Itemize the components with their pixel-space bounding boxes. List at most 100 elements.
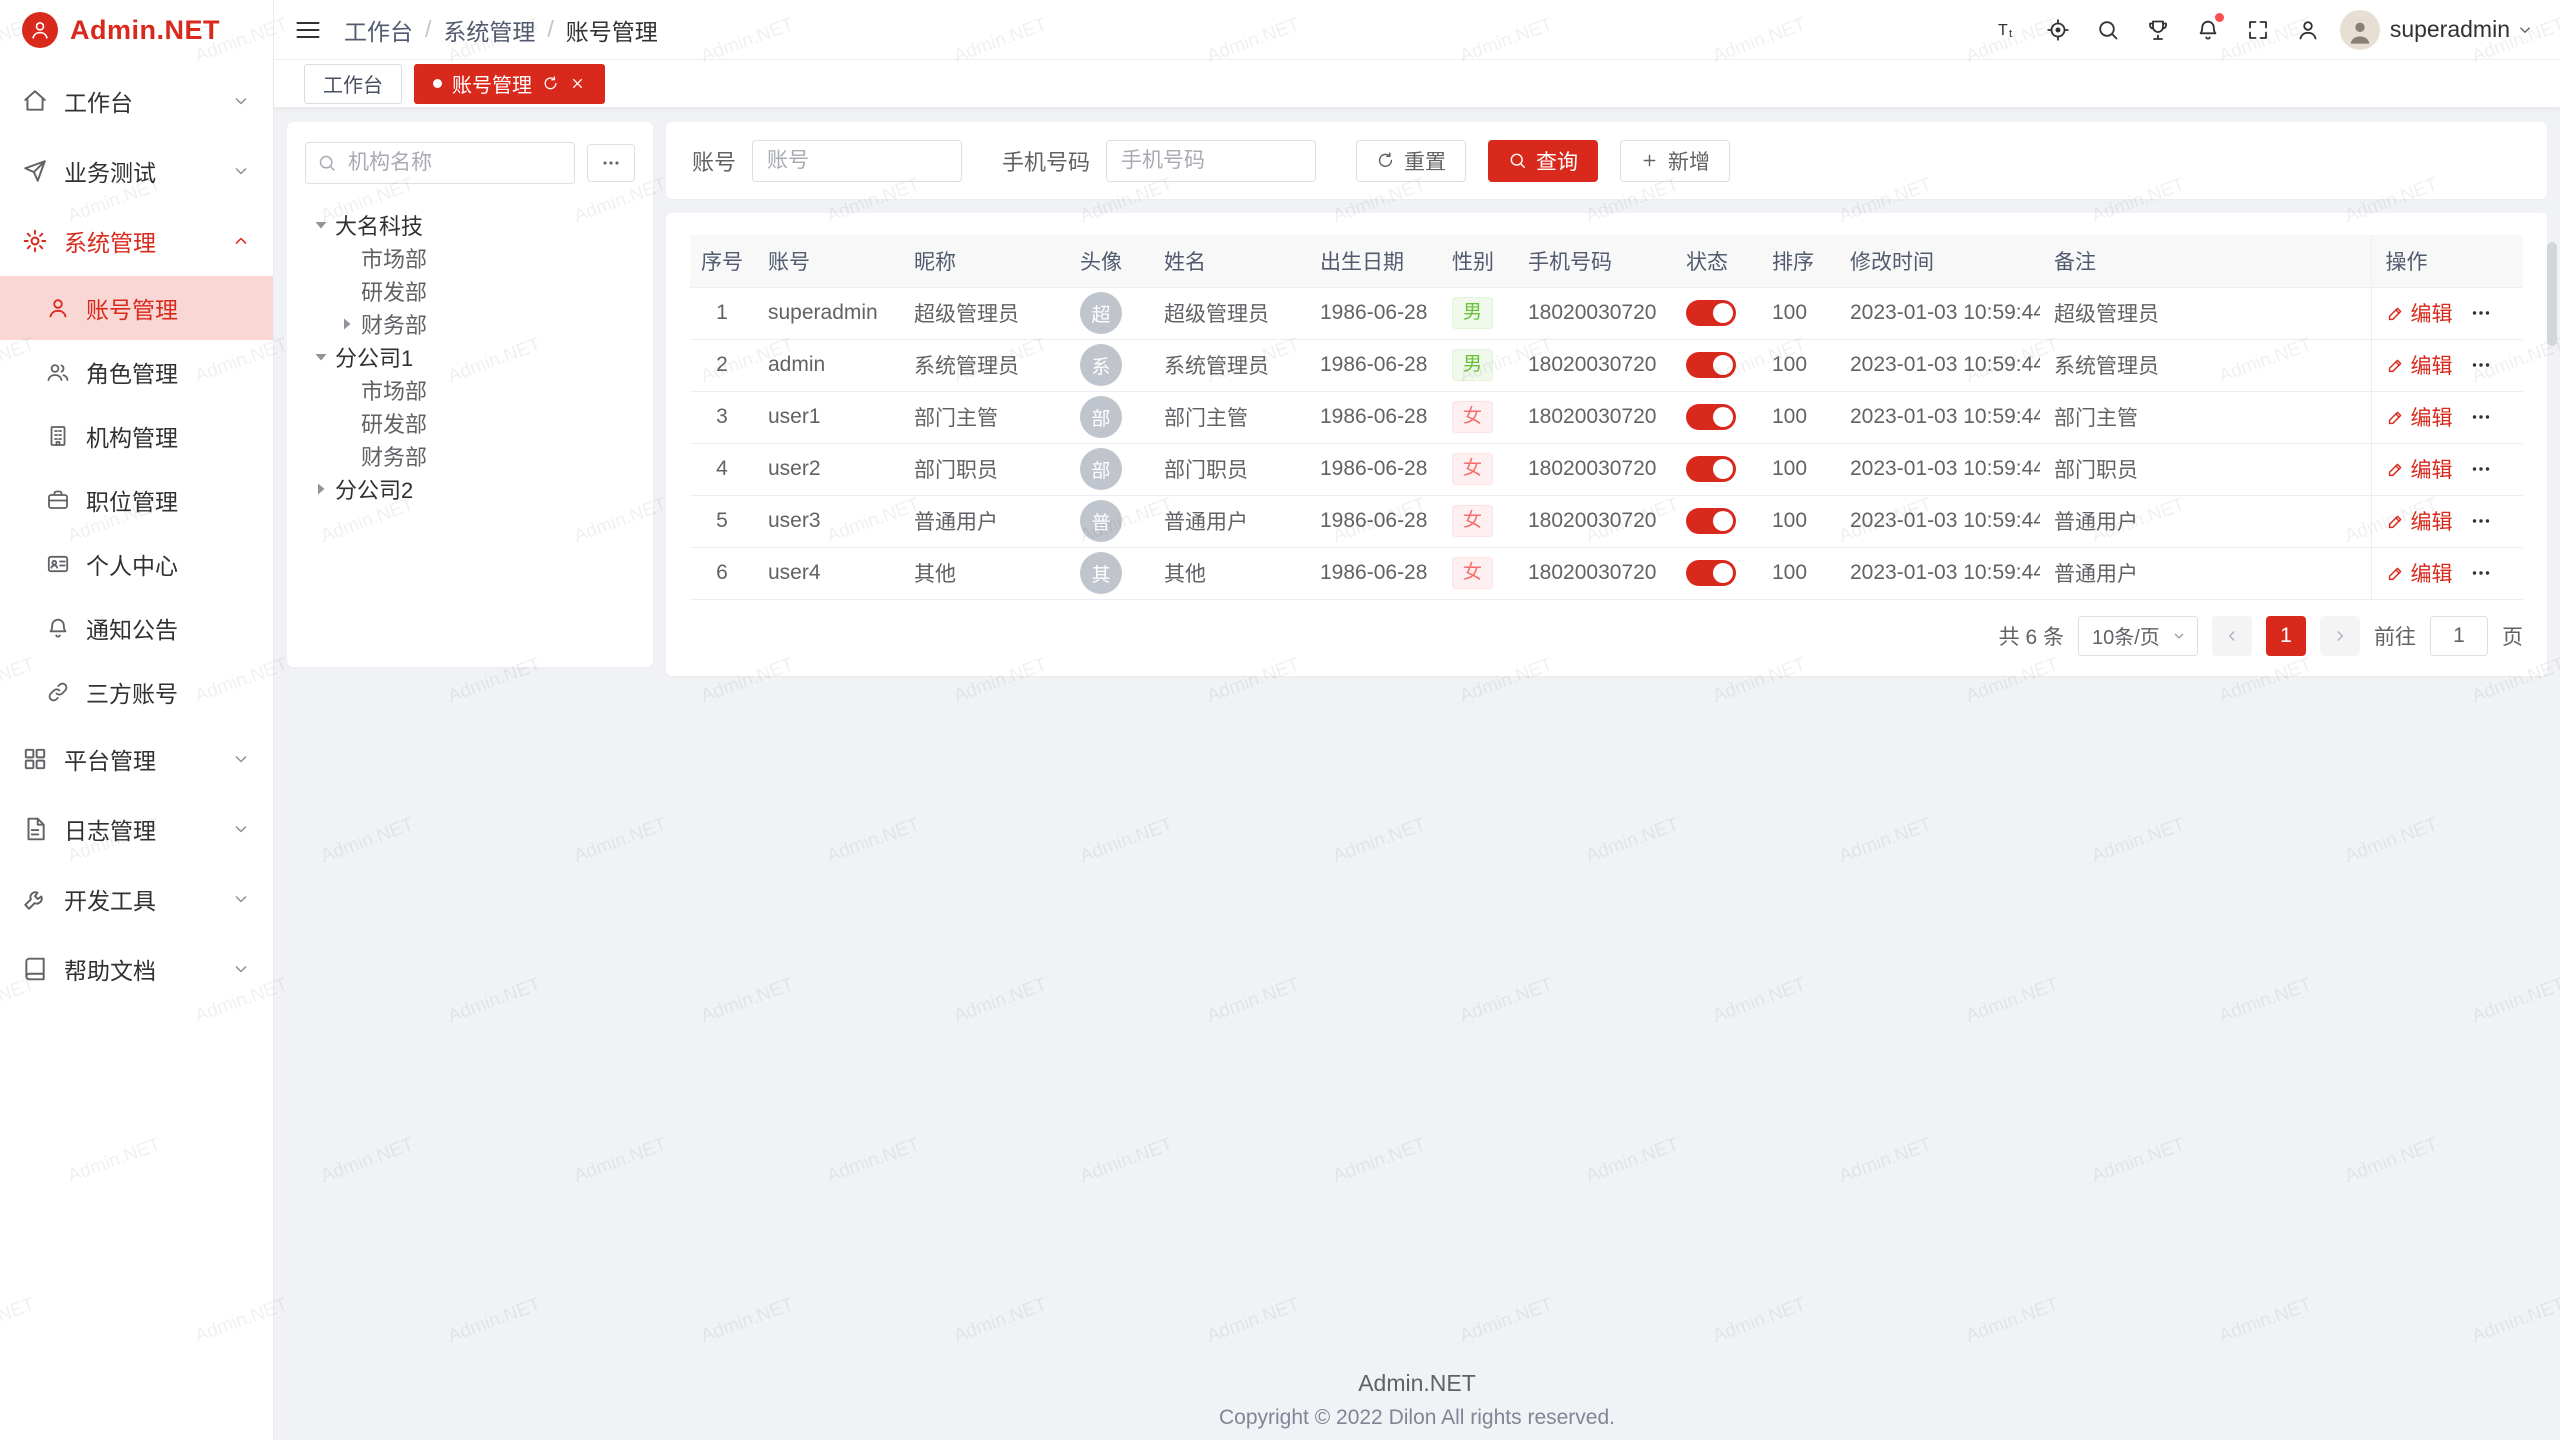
- avatar: 系: [1080, 344, 1122, 386]
- sidebar-item-label: 三方账号: [86, 675, 251, 709]
- cell-actions: 编辑: [2371, 391, 2523, 443]
- cell-status: [1672, 443, 1758, 495]
- edit-icon: [2386, 408, 2405, 427]
- tab-workbench[interactable]: 工作台: [304, 64, 402, 104]
- fullscreen-icon[interactable]: [2236, 10, 2280, 50]
- accounts-table: 序号账号昵称头像姓名出生日期性别手机号码状态排序修改时间备注操作 1supera…: [690, 235, 2523, 600]
- search-button[interactable]: 查询: [1488, 140, 1598, 182]
- column-header: 备注: [2040, 235, 2371, 287]
- edit-button-label: 编辑: [2411, 558, 2453, 588]
- cell-phone: 18020030720: [1514, 287, 1672, 339]
- breadcrumb-item-system[interactable]: 系统管理: [443, 13, 535, 47]
- more-actions-button[interactable]: [2469, 405, 2493, 429]
- sidebar-item-position-management[interactable]: 职位管理: [0, 468, 273, 532]
- bell-icon[interactable]: [2186, 10, 2230, 50]
- org-name-input[interactable]: [305, 142, 575, 184]
- more-actions-button[interactable]: [2469, 561, 2493, 585]
- sidebar-item-label: 职位管理: [86, 483, 251, 517]
- tree-node[interactable]: 分公司2: [305, 472, 635, 505]
- edit-button[interactable]: 编辑: [2386, 350, 2453, 380]
- locate-icon[interactable]: [2036, 10, 2080, 50]
- gender-badge: 男: [1452, 349, 1493, 381]
- font-size-icon[interactable]: Tt: [1986, 10, 2030, 50]
- edit-button[interactable]: 编辑: [2386, 506, 2453, 536]
- edit-button[interactable]: 编辑: [2386, 298, 2453, 328]
- toggle-knob: [1713, 459, 1733, 479]
- tree-node[interactable]: 市场部: [305, 241, 635, 274]
- cell-phone: 18020030720: [1514, 495, 1672, 547]
- sidebar-item-system-management[interactable]: 系统管理: [0, 206, 273, 276]
- edit-button[interactable]: 编辑: [2386, 402, 2453, 432]
- close-tab-icon[interactable]: [569, 75, 586, 92]
- menu-collapse-icon[interactable]: [294, 16, 322, 44]
- account-input[interactable]: [752, 140, 962, 182]
- table-row: 3user1部门主管部部门主管1986-06-28女18020030720100…: [690, 391, 2523, 443]
- add-button[interactable]: 新增: [1620, 140, 1730, 182]
- more-actions-button[interactable]: [2469, 457, 2493, 481]
- goto-page-input[interactable]: [2430, 616, 2488, 656]
- page-size-select[interactable]: 10条/页: [2078, 616, 2198, 656]
- user-menu[interactable]: superadmin: [2390, 16, 2534, 43]
- sidebar-item-account-management[interactable]: 账号管理: [0, 276, 273, 340]
- tree-node[interactable]: 市场部: [305, 373, 635, 406]
- status-toggle[interactable]: [1686, 404, 1736, 430]
- tree-node-label: 大名科技: [335, 209, 423, 241]
- breadcrumb-separator: /: [425, 16, 431, 43]
- cell-phone: 18020030720: [1514, 391, 1672, 443]
- tree-node[interactable]: 大名科技: [305, 208, 635, 241]
- sidebar-item-business-test[interactable]: 业务测试: [0, 136, 273, 206]
- status-toggle[interactable]: [1686, 560, 1736, 586]
- caret-right-icon[interactable]: [309, 477, 333, 501]
- sidebar-item-platform-management[interactable]: 平台管理: [0, 724, 273, 794]
- sidebar-item-notice[interactable]: 通知公告: [0, 596, 273, 660]
- phone-input[interactable]: [1106, 140, 1316, 182]
- more-actions-button[interactable]: [2469, 301, 2493, 325]
- tree-node[interactable]: 财务部: [305, 439, 635, 472]
- breadcrumb-item-workbench[interactable]: 工作台: [344, 13, 413, 47]
- tab-account-management[interactable]: 账号管理: [414, 64, 605, 104]
- user-avatar[interactable]: [2340, 10, 2380, 50]
- sidebar-item-role-management[interactable]: 角色管理: [0, 340, 273, 404]
- more-actions-button[interactable]: [2469, 509, 2493, 533]
- status-toggle[interactable]: [1686, 300, 1736, 326]
- refresh-tab-icon[interactable]: [542, 75, 559, 92]
- caret-down-icon[interactable]: [309, 213, 333, 237]
- cell-remark: 部门主管: [2040, 391, 2371, 443]
- status-toggle[interactable]: [1686, 456, 1736, 482]
- cell-birthday: 1986-06-28: [1306, 443, 1438, 495]
- logo[interactable]: Admin.NET: [0, 0, 273, 60]
- cell-account: user3: [754, 495, 900, 547]
- more-actions-button[interactable]: [2469, 353, 2493, 377]
- tree-node-label: 财务部: [361, 308, 427, 340]
- prev-page-button[interactable]: [2212, 616, 2252, 656]
- profile-icon[interactable]: [2286, 10, 2330, 50]
- gender-badge: 女: [1452, 557, 1493, 589]
- sidebar-item-help-docs[interactable]: 帮助文档: [0, 934, 273, 1004]
- caret-right-icon[interactable]: [335, 312, 359, 336]
- sidebar-item-workbench[interactable]: 工作台: [0, 66, 273, 136]
- edit-button[interactable]: 编辑: [2386, 558, 2453, 588]
- username-label: superadmin: [2390, 16, 2510, 43]
- search-icon[interactable]: [2086, 10, 2130, 50]
- status-toggle[interactable]: [1686, 508, 1736, 534]
- reset-button[interactable]: 重置: [1356, 140, 1466, 182]
- caret-down-icon[interactable]: [309, 345, 333, 369]
- tree-node[interactable]: 分公司1: [305, 340, 635, 373]
- scrollbar-thumb[interactable]: [2547, 242, 2557, 346]
- sidebar-item-dev-tools[interactable]: 开发工具: [0, 864, 273, 934]
- sidebar-item-org-management[interactable]: 机构管理: [0, 404, 273, 468]
- page-number-current[interactable]: 1: [2266, 616, 2306, 656]
- edit-button[interactable]: 编辑: [2386, 454, 2453, 484]
- cell-phone: 18020030720: [1514, 339, 1672, 391]
- tree-node[interactable]: 研发部: [305, 274, 635, 307]
- tree-more-button[interactable]: [587, 144, 635, 182]
- sidebar-item-log-management[interactable]: 日志管理: [0, 794, 273, 864]
- next-page-button[interactable]: [2320, 616, 2360, 656]
- tree-node[interactable]: 研发部: [305, 406, 635, 439]
- tree-node[interactable]: 财务部: [305, 307, 635, 340]
- sidebar-item-third-party-account[interactable]: 三方账号: [0, 660, 273, 724]
- status-toggle[interactable]: [1686, 352, 1736, 378]
- logo-title: Admin.NET: [70, 15, 220, 46]
- sidebar-item-personal-center[interactable]: 个人中心: [0, 532, 273, 596]
- trophy-icon[interactable]: [2136, 10, 2180, 50]
